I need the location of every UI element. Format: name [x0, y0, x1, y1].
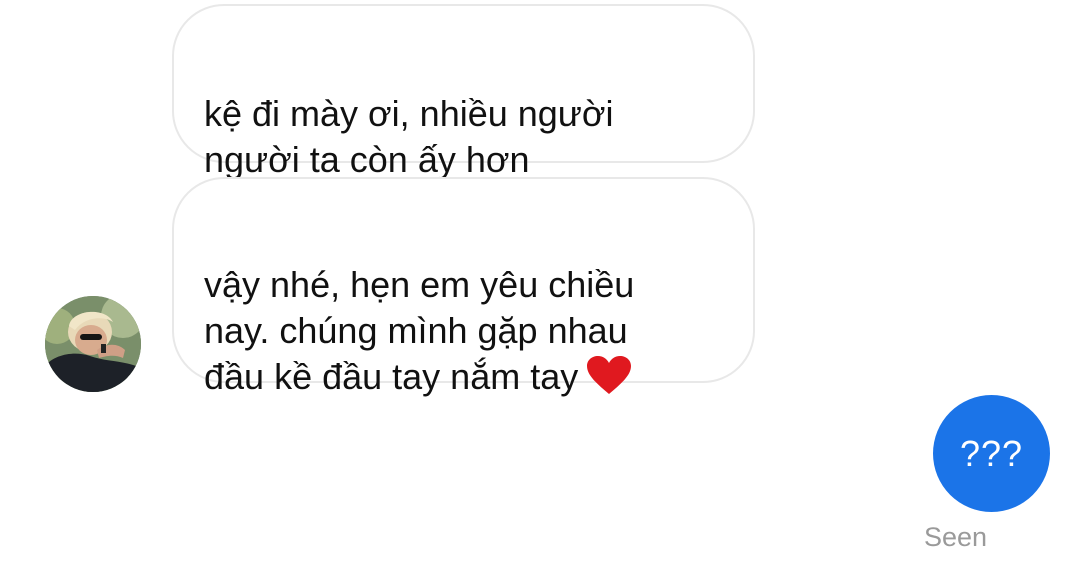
received-message-bubble[interactable]: kệ đi mày ơi, nhiều người người ta còn ấ… — [172, 4, 755, 180]
avatar-photo — [45, 296, 141, 392]
received-message-bubble[interactable]: vậy nhé, hẹn em yêu chiều nay. chúng mìn… — [172, 177, 755, 397]
message-text: ??? — [959, 432, 1024, 474]
heart-icon — [586, 355, 632, 406]
seen-status: Seen — [924, 522, 988, 552]
message-text: vậy nhé, hẹn em yêu chiều nay. chúng mìn… — [204, 264, 635, 397]
sent-message-bubble[interactable]: ??? — [933, 395, 1050, 512]
message-text: kệ đi mày ơi, nhiều người người ta còn ấ… — [204, 93, 614, 180]
avatar[interactable] — [45, 296, 141, 392]
